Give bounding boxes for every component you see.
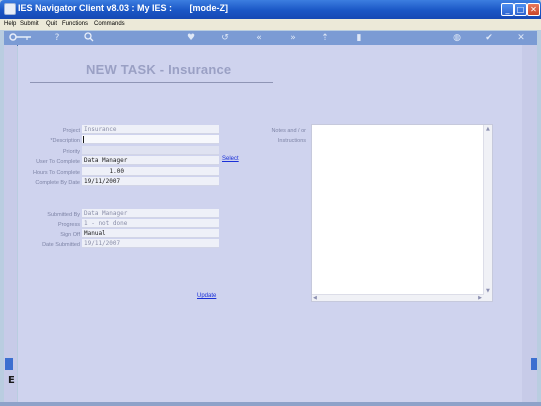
forward-icon[interactable]: » xyxy=(286,32,300,44)
close-icon[interactable]: ✕ xyxy=(514,32,528,44)
help-icon[interactable]: ? xyxy=(50,32,64,44)
description-field[interactable] xyxy=(82,135,219,144)
back-icon[interactable]: « xyxy=(252,32,266,44)
menu-functions[interactable]: Functions xyxy=(62,21,88,27)
sidebar-pin-icon[interactable]: E xyxy=(8,375,15,386)
progress-field: 1 - not done xyxy=(82,219,219,228)
key-icon[interactable] xyxy=(8,32,34,44)
date-submitted-field: 19/11/2007 xyxy=(82,239,219,248)
date-submitted-label: Date Submitted xyxy=(42,242,80,248)
priority-field[interactable] xyxy=(82,146,219,155)
notes-horizontal-scrollbar[interactable]: ◀ ▶ xyxy=(312,294,484,301)
left-sidebar-tab[interactable] xyxy=(5,358,13,370)
title-bar: IES Navigator Client v8.03 : My IES : [m… xyxy=(0,0,541,19)
maximize-button[interactable]: □ xyxy=(514,3,527,16)
text-cursor xyxy=(83,136,84,143)
hours-to-complete-field[interactable]: 1.00 xyxy=(82,167,219,176)
notes-vertical-scrollbar[interactable]: ▲ ▼ xyxy=(483,125,492,301)
progress-label: Progress xyxy=(57,222,80,228)
complete-by-date-label: Complete By Date xyxy=(35,180,80,186)
search-icon[interactable] xyxy=(82,32,96,44)
scroll-up-icon[interactable]: ▲ xyxy=(486,126,490,132)
scroll-down-icon[interactable]: ▼ xyxy=(486,288,490,294)
submitted-by-label: Submitted By xyxy=(47,212,80,218)
sign-off-field[interactable]: Manual xyxy=(82,229,219,238)
notes-label: Notes and / or xyxy=(271,128,306,134)
exit-icon[interactable]: ⇡ xyxy=(318,32,332,44)
scroll-left-icon[interactable]: ◀ xyxy=(313,295,317,301)
menu-bar: Help Submit Quit Functions Commands xyxy=(0,19,541,30)
scroll-right-icon[interactable]: ▶ xyxy=(478,295,482,301)
heart-icon[interactable]: ♥ xyxy=(184,32,198,44)
update-link[interactable]: Update xyxy=(197,293,216,299)
rewind-icon[interactable]: ↺ xyxy=(218,32,232,44)
toolbar: ? ♥ ↺ « » ⇡ ▮ ◍ ✔ ✕ xyxy=(4,31,537,46)
status-strip xyxy=(0,402,541,406)
right-sidebar xyxy=(522,45,537,402)
page-title: NEW TASK - Insurance xyxy=(86,62,232,77)
globe-icon[interactable]: ◍ xyxy=(450,32,464,44)
app-icon xyxy=(4,3,16,15)
project-field: Insurance xyxy=(82,125,219,134)
complete-by-date-field[interactable]: 19/11/2007 xyxy=(82,177,219,186)
hours-to-complete-label: Hours To Complete xyxy=(33,170,80,176)
user-to-complete-label: User To Complete xyxy=(36,159,80,165)
minimize-button[interactable]: _ xyxy=(501,3,514,16)
user-to-complete-field[interactable]: Data Manager xyxy=(82,156,219,165)
menu-quit[interactable]: Quit xyxy=(46,21,57,27)
title-divider xyxy=(30,82,273,83)
notes-textarea[interactable]: ▲ ▼ ◀ ▶ xyxy=(311,124,493,302)
project-label: Project xyxy=(62,128,80,134)
stop-icon[interactable]: ▮ xyxy=(352,32,366,44)
window-title: IES Navigator Client v8.03 : My IES : [m… xyxy=(18,3,229,13)
menu-commands[interactable]: Commands xyxy=(94,21,125,27)
right-sidebar-tab[interactable] xyxy=(531,358,537,370)
priority-label: Priority xyxy=(62,149,80,155)
instructions-label: Instructions xyxy=(277,138,306,144)
description-label: *Description xyxy=(50,138,80,144)
app-window: IES Navigator Client v8.03 : My IES : [m… xyxy=(0,0,541,406)
menu-help[interactable]: Help xyxy=(4,21,16,27)
select-user-link[interactable]: Select xyxy=(222,156,239,162)
sign-off-label: Sign Off xyxy=(60,232,80,238)
submitted-by-field: Data Manager xyxy=(82,209,219,218)
check-icon[interactable]: ✔ xyxy=(482,32,496,44)
menu-submit[interactable]: Submit xyxy=(20,21,39,27)
close-window-button[interactable]: ✕ xyxy=(527,3,540,16)
